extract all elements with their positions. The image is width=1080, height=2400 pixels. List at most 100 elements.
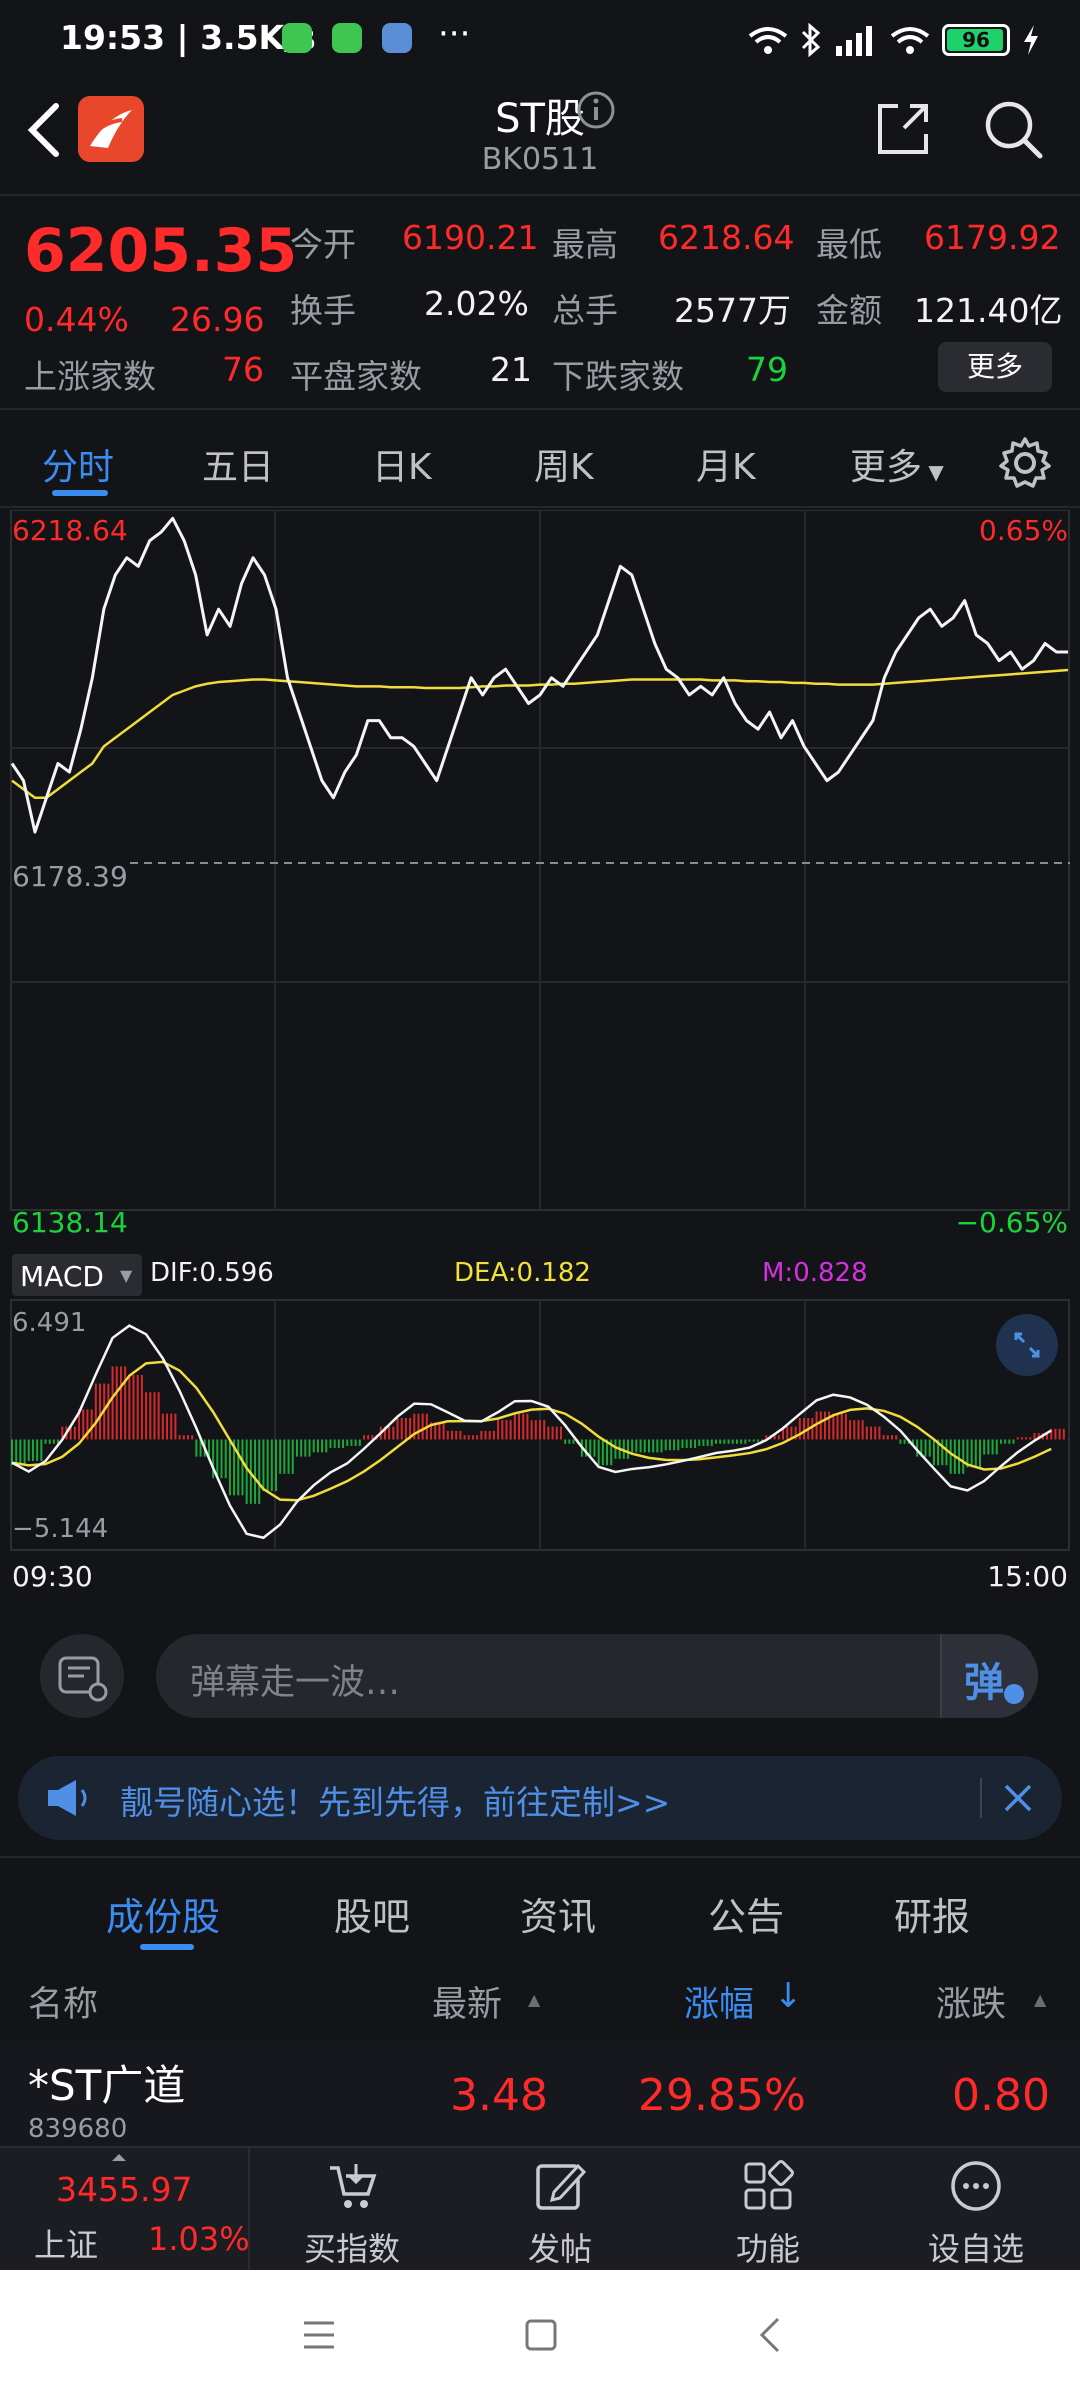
home-icon[interactable]	[524, 2318, 558, 2352]
wifi-icon	[748, 27, 788, 54]
up-count: 76	[222, 350, 264, 389]
danmaku-input[interactable]: 弹幕走一波… 弹	[156, 1634, 1038, 1718]
more-button[interactable]: 更多	[938, 342, 1052, 392]
chevron-down-icon: ▼	[120, 1266, 133, 1285]
column-header-name: 名称	[28, 1985, 99, 2025]
edit-icon	[536, 2163, 587, 2210]
settings-notification-icon	[382, 23, 412, 53]
y-axis-mid-label: 6178.39	[12, 860, 128, 893]
expand-icon	[1014, 1332, 1040, 1358]
macd-bottom-label: −5.144	[12, 1514, 109, 1544]
battery-level: 96	[962, 28, 990, 52]
danmaku-settings-button[interactable]	[40, 1634, 124, 1718]
chart-svg[interactable]	[10, 509, 1070, 1610]
index-ticker[interactable]: 3455.97 上证 1.03%	[0, 2148, 250, 2272]
tab-monthly-k[interactable]: 月K	[696, 438, 756, 490]
danmaku-send-button[interactable]: 弹	[940, 1634, 1038, 1718]
sort-icon: ▲	[528, 1990, 541, 2009]
danmaku-settings-icon	[58, 1656, 108, 1702]
post-button[interactable]: 发帖	[500, 2158, 620, 2270]
sort-desc-arrow-icon: ↓	[774, 1976, 803, 2016]
flat-count-label: 平盘家数	[290, 357, 422, 396]
chart-area: 6218.64 0.65% 6178.39 6138.14 −0.65% MAC…	[10, 509, 1070, 1610]
danmaku-row: 弹幕走一波… 弹	[0, 1610, 1080, 1750]
quote-panel: 6205.35 0.44% 26.96 上涨家数 76 今开 6190.21 最…	[0, 194, 1080, 410]
tab-research[interactable]: 研报	[894, 1886, 970, 1941]
add-watchlist-button[interactable]: 设自选	[916, 2158, 1036, 2270]
pct-axis-bottom-label: −0.65%	[955, 1206, 1068, 1239]
app-notification-icon	[282, 23, 312, 53]
index-name: 上证	[34, 2226, 99, 2264]
low-value: 6179.92	[924, 218, 1061, 257]
dea-value: DEA:0.182	[454, 1258, 591, 1288]
stock-pct: 29.85%	[638, 2070, 806, 2121]
tab-constituents[interactable]: 成份股	[106, 1886, 220, 1941]
tab-news[interactable]: 资讯	[520, 1886, 596, 1941]
tab-five-day[interactable]: 五日	[202, 438, 274, 490]
gear-icon[interactable]	[998, 436, 1052, 490]
turnover-value: 2.02%	[424, 284, 529, 323]
megaphone-icon	[48, 1780, 87, 1816]
functions-label: 功能	[735, 2230, 800, 2268]
check-badge-icon	[1004, 1684, 1024, 1704]
bottom-toolbar: 3455.97 上证 1.03% 买指数 发帖 功能 设自选	[0, 2146, 1080, 2272]
period-tabs: 分时 五日 日K 周K 月K 更多 ▼	[0, 412, 1080, 508]
stock-change: 0.80	[952, 2070, 1050, 2121]
indicator-select[interactable]: MACD ▼	[12, 1254, 142, 1296]
change-percent: 0.44%	[24, 300, 129, 339]
buy-index-button[interactable]: 买指数	[292, 2158, 412, 2270]
tab-more-label: 更多	[850, 447, 923, 488]
back-icon[interactable]	[756, 2316, 782, 2354]
y-axis-bottom-label: 6138.14	[12, 1206, 128, 1239]
column-header-pct[interactable]: 涨幅	[684, 1976, 754, 2027]
low-label: 最低	[816, 225, 882, 264]
cart-icon	[330, 2164, 377, 2208]
macd-value: M:0.828	[762, 1258, 868, 1288]
column-header-change[interactable]: 涨跌	[936, 1976, 1006, 2027]
menu-icon[interactable]	[302, 2320, 336, 2350]
close-icon[interactable]	[1000, 1780, 1036, 1816]
tab-intraday[interactable]: 分时	[42, 438, 114, 490]
stock-code: 839680	[28, 2114, 128, 2144]
banner-text: 靓号随心选！先到先得，前往定制>>	[120, 1783, 671, 1822]
status-icons: 96	[748, 20, 1040, 60]
tab-daily-k[interactable]: 日K	[372, 438, 432, 490]
bluetooth-icon	[801, 23, 821, 57]
add-watchlist-label: 设自选	[927, 2230, 1024, 2268]
up-count-label: 上涨家数	[24, 357, 156, 396]
current-price: 6205.35	[24, 216, 298, 286]
pct-axis-top-label: 0.65%	[979, 514, 1068, 547]
table-row[interactable]: *ST广道 839680 3.48 29.85% 0.80	[0, 2040, 1080, 2150]
tab-announcements[interactable]: 公告	[708, 1886, 784, 1941]
high-label: 最高	[552, 225, 618, 264]
x-axis-start-label: 09:30	[12, 1560, 93, 1593]
more-notifications-icon: ···	[438, 14, 471, 54]
tab-weekly-k[interactable]: 周K	[534, 438, 594, 490]
grid-icon	[744, 2160, 794, 2210]
dif-value: DIF:0.596	[150, 1258, 274, 1288]
index-pct: 1.03%	[148, 2220, 250, 2258]
tab-more[interactable]: 更多 ▼	[850, 438, 944, 490]
share-icon[interactable]	[874, 100, 932, 158]
more-circle-icon	[951, 2161, 1001, 2211]
expand-chart-button[interactable]	[996, 1314, 1058, 1376]
x-axis-end-label: 15:00	[987, 1560, 1068, 1593]
post-label: 发帖	[527, 2230, 592, 2268]
promo-banner[interactable]: 靓号随心选！先到先得，前往定制>>	[18, 1756, 1062, 1840]
functions-button[interactable]: 功能	[708, 2158, 828, 2270]
search-icon[interactable]	[982, 98, 1044, 160]
open-label: 今开	[290, 225, 356, 264]
high-value: 6218.64	[658, 218, 795, 257]
indicator-select-label: MACD	[20, 1260, 104, 1293]
expand-up-icon	[112, 2154, 126, 2161]
app-notification-icon	[332, 23, 362, 53]
tab-forum[interactable]: 股吧	[334, 1886, 410, 1941]
stock-name: *ST广道	[28, 2061, 186, 2110]
info-icon[interactable]	[576, 90, 616, 130]
volume-label: 总手	[552, 291, 618, 330]
banner-divider	[980, 1778, 982, 1818]
column-header-latest[interactable]: 最新	[432, 1976, 502, 2027]
volume-value: 2577万	[674, 291, 791, 330]
status-bar: 19:53 | 3.5K/s ··· 96	[0, 0, 1080, 80]
sort-icon: ▲	[1034, 1990, 1047, 2009]
